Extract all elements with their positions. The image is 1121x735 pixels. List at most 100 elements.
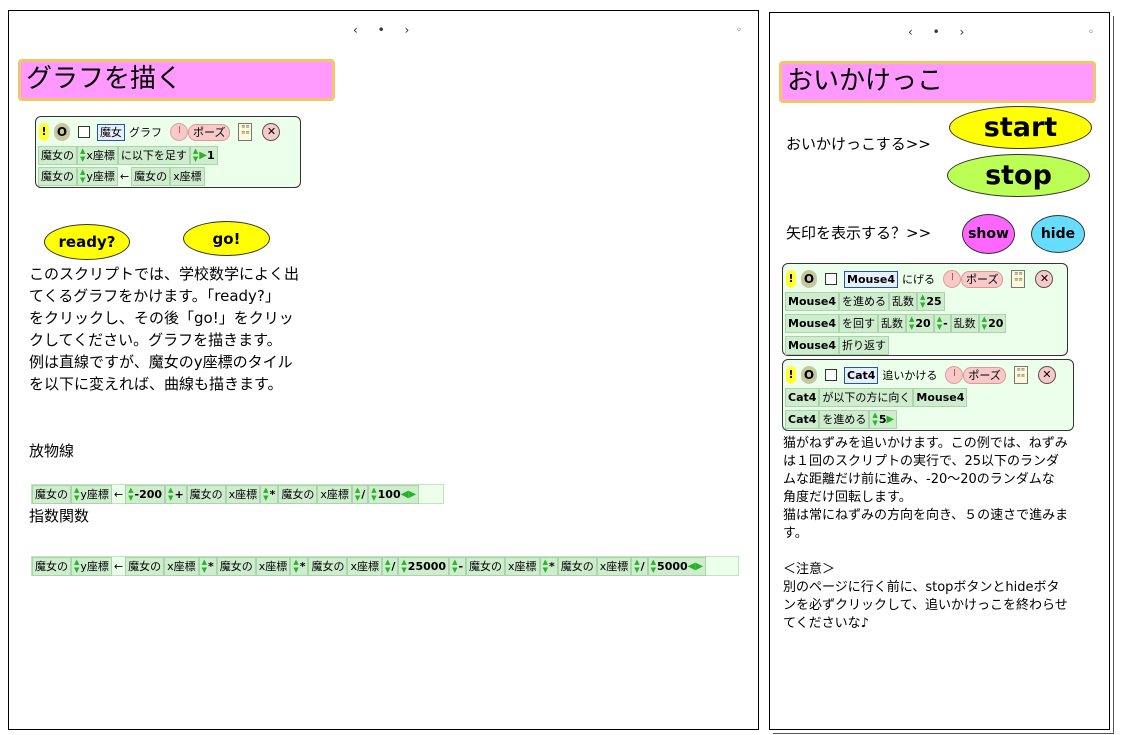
attribute-tile[interactable]: x座標 <box>317 484 352 504</box>
attribute-tile[interactable]: ▲ ▼ x座標 <box>77 145 118 165</box>
command-tile[interactable]: 折り返す <box>839 335 889 355</box>
operator-tile[interactable]: ▲ ▼ * <box>198 556 217 576</box>
object-tile[interactable]: 魔女の <box>32 556 71 576</box>
ready-button[interactable]: ready? <box>44 224 130 260</box>
clock-icon[interactable] <box>170 123 188 141</box>
tick-toggle-icon[interactable]: O <box>54 123 70 141</box>
command-tile[interactable]: が以下の方に向く <box>819 387 914 407</box>
number-tile[interactable]: ▲ ▼ 20 <box>906 313 934 333</box>
object-tile[interactable]: 魔女の <box>278 484 318 504</box>
operator-tile[interactable]: ▲ ▼ - <box>449 556 467 576</box>
script-row[interactable]: Mouse4 折り返す <box>785 335 889 355</box>
updown-arrows-icon[interactable]: ▲ ▼ <box>920 293 925 309</box>
command-tile[interactable]: を回す <box>839 313 878 333</box>
object-tile[interactable]: 魔女の <box>466 556 506 576</box>
updown-arrows-icon[interactable]: ▲ ▼ <box>909 315 914 331</box>
object-tile[interactable]: 魔女の <box>557 556 597 576</box>
updown-arrows-icon[interactable]: ▲ ▼ <box>168 486 173 502</box>
operator-tile[interactable]: ▲ ▼ / <box>381 556 399 576</box>
script-row[interactable]: Cat4 が以下の方に向く Mouse4 <box>785 387 968 407</box>
updown-arrows-icon[interactable]: ▲ ▼ <box>401 558 406 574</box>
updown-arrows-icon[interactable]: ▲ ▼ <box>872 411 877 427</box>
updown-arrows-icon[interactable]: ▲ ▼ <box>385 558 390 574</box>
close-icon[interactable]: ✕ <box>1035 270 1054 288</box>
random-tile[interactable]: 乱数 <box>878 313 906 333</box>
number-tile[interactable]: ▲ ▼ 25 <box>917 291 945 311</box>
operator-tile[interactable]: に以下を足す <box>117 145 190 165</box>
start-button[interactable]: start <box>949 106 1092 149</box>
object-tile[interactable]: 魔女の <box>308 556 348 576</box>
updown-arrows-icon[interactable]: ▲ ▼ <box>202 558 207 574</box>
script-row[interactable]: Cat4 を進める ▲ ▼ 5 ▶ <box>785 409 898 429</box>
script-object-name[interactable]: 魔女 <box>97 123 125 141</box>
value-tile[interactable]: ▲ ▼ ▶ 1 <box>189 145 218 165</box>
tick-toggle-icon[interactable]: O <box>801 270 817 288</box>
attribute-tile[interactable]: ▲ ▼ y座標 <box>77 166 118 186</box>
menu-icon[interactable]: ≡≡ ≡≡ <box>1011 270 1026 288</box>
script-checkbox[interactable] <box>825 369 837 381</box>
script-row[interactable]: Mouse4 を進める 乱数 ▲ ▼ 25 <box>785 291 945 311</box>
attribute-tile[interactable]: x座標 <box>347 556 382 576</box>
updown-arrows-icon[interactable]: ▲ ▼ <box>80 168 85 184</box>
object-tile[interactable]: Mouse4 <box>785 335 839 355</box>
operator-tile[interactable]: ▲ ▼ / <box>351 484 369 504</box>
attribute-tile[interactable]: ▲ ▼ y座標 <box>71 484 112 504</box>
attribute-tile[interactable]: x座標 <box>164 556 199 576</box>
exponential-tile-strip[interactable]: 魔女の ▲ ▼ y座標 ← 魔女の x座標 ▲ ▼ * 魔女の x座標 ▲ ▼ * 魔女の … <box>31 556 739 576</box>
number-tile[interactable]: ▲ ▼ 25000 <box>398 556 450 576</box>
updown-arrows-icon[interactable]: ▲ ▼ <box>634 558 639 574</box>
object-tile[interactable]: 魔女の <box>38 166 77 186</box>
object-tile[interactable]: 魔女の <box>32 484 71 504</box>
updown-arrows-icon[interactable]: ▲ ▼ <box>452 558 457 574</box>
attribute-tile[interactable]: x座標 <box>255 556 291 576</box>
attribute-tile[interactable]: x座標 <box>596 556 632 576</box>
clock-icon[interactable] <box>943 270 961 288</box>
object-tile[interactable]: Cat4 <box>785 409 820 429</box>
close-icon[interactable]: ✕ <box>262 123 281 141</box>
operator-tile[interactable]: ▲ ▼ * <box>290 556 309 576</box>
pause-button[interactable]: ポーズ <box>961 270 1004 288</box>
updown-arrows-icon[interactable]: ▲ ▼ <box>937 315 942 331</box>
page-navigator[interactable]: ‹ • › <box>908 25 972 39</box>
updown-arrows-icon[interactable]: ▲ ▼ <box>651 558 656 574</box>
attribute-tile[interactable]: ▲ ▼ y座標 <box>71 556 112 576</box>
target-object-tile[interactable]: Mouse4 <box>913 387 968 407</box>
number-tile[interactable]: ▲ ▼ -200 <box>125 484 166 504</box>
updown-arrows-icon[interactable]: ▲ ▼ <box>74 486 79 502</box>
updown-arrows-icon[interactable]: ▲ ▼ <box>193 147 198 163</box>
attribute-tile[interactable]: x座標 <box>225 484 261 504</box>
number-tile[interactable]: ▲ ▼ 5 ▶ <box>869 409 898 429</box>
script-name[interactable]: にげる <box>902 271 935 287</box>
object-tile[interactable]: Mouse4 <box>785 313 839 333</box>
page-corner-icon[interactable]: ◦ <box>736 25 742 36</box>
script-object-name[interactable]: Mouse4 <box>844 270 898 288</box>
menu-icon[interactable]: ≡≡ ≡≡ <box>1013 366 1028 384</box>
page-navigator[interactable]: ‹ • › <box>353 23 417 37</box>
object-tile[interactable]: 魔女の <box>216 556 256 576</box>
updown-arrows-icon[interactable]: ▲ ▼ <box>80 147 85 163</box>
command-tile[interactable]: を進める <box>819 409 870 429</box>
pause-button[interactable]: ポーズ <box>963 366 1006 384</box>
tick-toggle-icon[interactable]: O <box>801 366 817 384</box>
updown-arrows-icon[interactable]: ▲ ▼ <box>263 486 268 502</box>
operator-tile[interactable]: ▲ ▼ + <box>165 484 187 504</box>
left-right-arrows-icon[interactable]: ◀▶ <box>688 561 703 572</box>
close-icon[interactable]: ✕ <box>1037 366 1056 384</box>
script-checkbox[interactable] <box>78 126 90 138</box>
object-tile[interactable]: 魔女の <box>38 145 77 165</box>
object-tile[interactable]: 魔女の <box>186 484 226 504</box>
script-object-name[interactable]: Cat4 <box>844 366 879 384</box>
command-tile[interactable]: を進める <box>839 291 889 311</box>
number-tile[interactable]: ▲ ▼ 100 ◀▶ <box>368 484 420 504</box>
run-once-icon[interactable]: ! <box>39 123 49 141</box>
run-once-icon[interactable]: ! <box>786 270 796 288</box>
operator-tile[interactable]: ▲ ▼ * <box>539 556 558 576</box>
object-tile[interactable]: 魔女の <box>131 166 171 186</box>
random-tile[interactable]: 乱数 <box>889 291 917 311</box>
script-row[interactable]: 魔女の ▲ ▼ y座標 ← 魔女の x座標 <box>38 166 205 186</box>
updown-arrows-icon[interactable]: ▲ ▼ <box>128 486 133 502</box>
hide-button[interactable]: hide <box>1031 215 1085 253</box>
pause-button[interactable]: ポーズ <box>188 123 231 141</box>
attribute-tile[interactable]: x座標 <box>505 556 540 576</box>
updown-arrows-icon[interactable]: ▲ ▼ <box>293 558 298 574</box>
